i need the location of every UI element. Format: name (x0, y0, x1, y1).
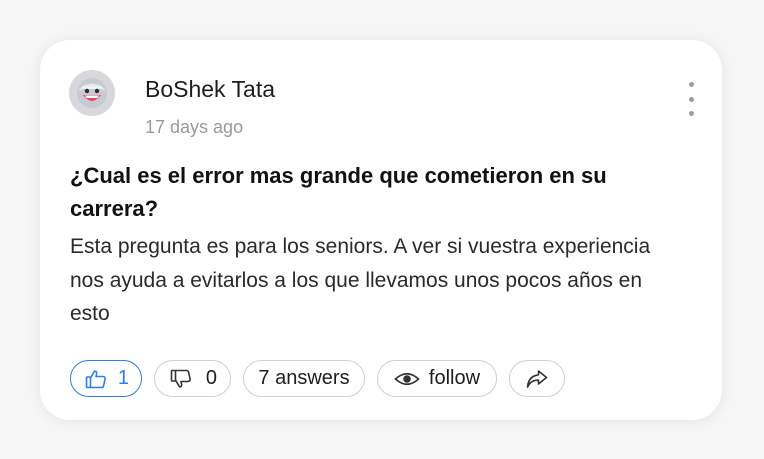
post-card: BoShek Tata 17 days ago ¿Cual es el erro… (40, 40, 722, 420)
follow-label: follow (428, 367, 481, 389)
avatar-face-icon (77, 78, 107, 108)
more-vertical-icon (688, 82, 694, 87)
share-button[interactable] (509, 360, 565, 397)
answers-button[interactable]: 7 answers (243, 360, 365, 397)
post-title[interactable]: ¿Cual es el error mas grande que cometie… (70, 159, 670, 225)
more-options-button[interactable] (683, 82, 699, 116)
thumbs-down-icon (170, 369, 191, 388)
follow-button[interactable]: follow (377, 360, 497, 397)
share-arrow-icon (526, 369, 548, 388)
post-timestamp: 17 days ago (145, 117, 244, 137)
like-count: 1 (117, 367, 129, 389)
author-name[interactable]: BoShek Tata (145, 75, 275, 103)
post-body: Esta pregunta es para los seniors. A ver… (70, 235, 651, 325)
like-button[interactable]: 1 (70, 360, 142, 397)
thumbs-up-icon (85, 369, 106, 388)
eye-icon (394, 372, 420, 385)
avatar[interactable] (69, 70, 115, 116)
answers-label: 7 answers (258, 367, 350, 389)
post-actions: 1 0 7 answers follow (70, 360, 565, 397)
dislike-button[interactable]: 0 (154, 360, 231, 397)
dislike-count: 0 (205, 367, 217, 389)
